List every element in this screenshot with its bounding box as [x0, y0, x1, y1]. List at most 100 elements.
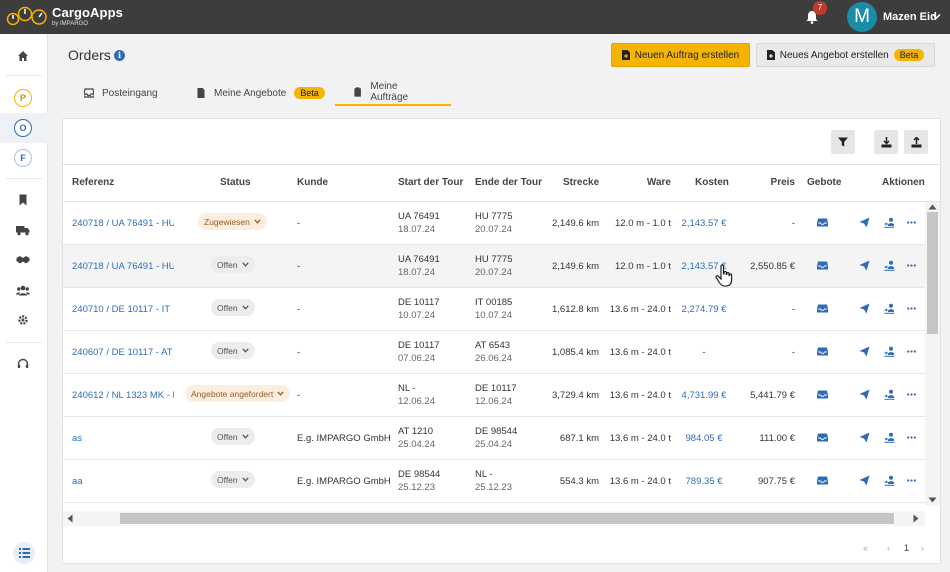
download-button[interactable] [874, 130, 898, 154]
inbox-icon[interactable] [817, 346, 828, 357]
bookmark-icon[interactable] [15, 192, 31, 208]
inbox-icon[interactable] [817, 389, 828, 400]
order-reference-link[interactable]: 240710 / DE 10117 - IT [72, 304, 174, 315]
sidebar-item-f[interactable]: F [14, 149, 32, 167]
more-options-icon[interactable] [906, 432, 917, 443]
horizontal-scroll-thumb[interactable] [120, 513, 894, 524]
scroll-right-icon[interactable] [913, 514, 919, 523]
assign-icon[interactable] [884, 475, 895, 486]
cost-link[interactable]: 789.35 € [675, 476, 733, 487]
col-aktionen[interactable]: Aktionen [882, 177, 925, 188]
cost-link[interactable]: 2,274.79 € [675, 304, 733, 315]
more-options-icon[interactable] [906, 217, 917, 228]
send-icon[interactable] [859, 432, 870, 443]
inbox-icon[interactable] [817, 475, 828, 486]
scroll-left-icon[interactable] [67, 514, 73, 523]
cost-link[interactable]: 2,143.57 € [675, 218, 733, 229]
send-icon[interactable] [859, 260, 870, 271]
assign-icon[interactable] [884, 432, 895, 443]
table-row[interactable]: 240607 / DE 10117 - AT Offen - DE 10117 07.0… [63, 331, 925, 374]
assign-icon[interactable] [884, 346, 895, 357]
order-reference-link[interactable]: as [72, 433, 174, 444]
sidebar-item-p[interactable]: P [14, 89, 32, 107]
home-icon[interactable] [15, 48, 31, 64]
horizontal-scrollbar[interactable] [63, 511, 925, 526]
table-row[interactable]: 240612 / NL 1323 MK - DE Angebote angefor… [63, 374, 925, 417]
send-icon[interactable] [859, 475, 870, 486]
inbox-icon[interactable] [817, 260, 828, 271]
more-options-icon[interactable] [906, 346, 917, 357]
pager-prev[interactable]: ‹ [887, 543, 890, 553]
more-options-icon[interactable] [906, 389, 917, 400]
send-icon[interactable] [859, 303, 870, 314]
col-preis[interactable]: Preis [763, 177, 795, 188]
vertical-scroll-thumb[interactable] [927, 212, 938, 334]
status-dropdown[interactable]: Offen [211, 299, 255, 316]
col-referenz[interactable]: Referenz [72, 177, 114, 188]
chevron-down-icon[interactable] [932, 13, 941, 20]
cost-link[interactable]: - [675, 347, 733, 358]
cargoapps-logo[interactable] [6, 4, 50, 30]
status-dropdown[interactable]: Offen [211, 428, 255, 445]
table-row[interactable]: as Offen E.g. IMPARGO GmbH AT 1210 25.04.24 D… [63, 417, 925, 460]
status-dropdown[interactable]: Offen [211, 471, 255, 488]
table-row[interactable]: 240718 / UA 76491 - HU Offen - UA 76491 18.0… [63, 245, 925, 288]
status-dropdown[interactable]: Offen [211, 256, 255, 273]
pager-first[interactable]: « [863, 543, 868, 553]
more-options-icon[interactable] [906, 303, 917, 314]
more-options-icon[interactable] [906, 475, 917, 486]
tab-posteingang[interactable]: Posteingang [84, 80, 158, 106]
order-reference-link[interactable]: 240612 / NL 1323 MK - DE [72, 390, 174, 401]
col-kunde[interactable]: Kunde [297, 177, 328, 188]
headset-icon[interactable] [15, 356, 31, 372]
table-row[interactable] [63, 503, 925, 506]
collapse-menu-icon[interactable] [13, 542, 35, 564]
inbox-icon[interactable] [817, 303, 828, 314]
status-dropdown[interactable]: Zugewiesen [198, 213, 267, 230]
col-start[interactable]: Start der Tour [398, 177, 463, 188]
assign-icon[interactable] [884, 217, 895, 228]
users-icon[interactable] [15, 282, 31, 298]
truck-icon[interactable] [15, 222, 31, 238]
new-order-button[interactable]: Neuen Auftrag erstellen [611, 43, 750, 67]
user-name[interactable]: Mazen Eid [883, 11, 937, 23]
send-icon[interactable] [859, 346, 870, 357]
col-gebote[interactable]: Gebote [807, 177, 841, 188]
sidebar-item-o[interactable]: O [14, 119, 32, 137]
order-reference-link[interactable]: 240718 / UA 76491 - HU [72, 218, 174, 229]
col-status[interactable]: Status [220, 177, 251, 188]
more-options-icon[interactable] [906, 260, 917, 271]
pager-page[interactable]: 1 [904, 543, 909, 553]
cost-link[interactable]: 984.05 € [675, 433, 733, 444]
order-reference-link[interactable]: 240718 / UA 76491 - HU [72, 261, 174, 272]
col-strecke[interactable]: Strecke [563, 177, 599, 188]
pager-next[interactable]: › [921, 543, 924, 553]
tab-meine-auftraege[interactable]: Meine Aufträge [335, 80, 451, 106]
upload-button[interactable] [904, 130, 928, 154]
status-dropdown[interactable]: Offen [211, 342, 255, 359]
inbox-icon[interactable] [817, 217, 828, 228]
table-row[interactable]: aa Offen E.g. IMPARGO GmbH DE 98544 25.12.23… [63, 460, 925, 503]
col-ware[interactable]: Ware [633, 177, 671, 188]
info-icon[interactable]: i [114, 50, 125, 61]
table-row[interactable]: 240718 / UA 76491 - HU Zugewiesen - UA 7649… [63, 202, 925, 245]
avatar[interactable]: M [847, 2, 877, 32]
filter-button[interactable] [831, 130, 855, 154]
handshake-icon[interactable] [15, 252, 31, 268]
scroll-down-icon[interactable] [928, 497, 937, 503]
assign-icon[interactable] [884, 303, 895, 314]
scroll-up-icon[interactable] [928, 204, 937, 210]
assign-icon[interactable] [884, 260, 895, 271]
send-icon[interactable] [859, 389, 870, 400]
col-ende[interactable]: Ende der Tour [475, 177, 542, 188]
inbox-icon[interactable] [817, 432, 828, 443]
status-dropdown[interactable]: Angebote angefordert [185, 385, 291, 402]
vertical-scrollbar[interactable] [925, 202, 940, 506]
assign-icon[interactable] [884, 389, 895, 400]
cost-link[interactable]: 4,731.99 € [675, 390, 733, 401]
new-offer-button[interactable]: Neues Angebot erstellen Beta [756, 43, 935, 67]
send-icon[interactable] [859, 217, 870, 228]
order-reference-link[interactable]: 240607 / DE 10117 - AT [72, 347, 174, 358]
col-kosten[interactable]: Kosten [695, 177, 729, 188]
order-reference-link[interactable]: aa [72, 476, 174, 487]
